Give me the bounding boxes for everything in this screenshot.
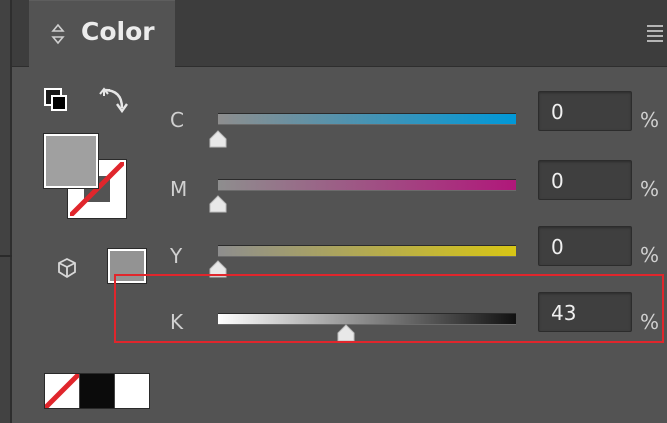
magenta-slider-track[interactable] (218, 179, 516, 191)
percent-unit: % (640, 310, 660, 334)
black-value-field[interactable]: 43 (538, 292, 632, 332)
black-slider-track[interactable] (218, 313, 516, 325)
cyan-slider-track[interactable] (218, 113, 516, 125)
cyan-value-field[interactable]: 0 (538, 91, 632, 131)
channel-label: K (170, 310, 184, 334)
percent-unit: % (640, 243, 660, 267)
percent-unit: % (640, 177, 660, 201)
yellow-slider-thumb[interactable] (209, 260, 227, 278)
tab-color[interactable]: Color (29, 0, 175, 68)
channel-label: M (170, 177, 188, 201)
channel-label: Y (170, 244, 183, 268)
panel-menu-icon[interactable] (647, 25, 663, 45)
yellow-value-field[interactable]: 0 (538, 226, 632, 266)
percent-unit: % (640, 108, 660, 132)
swatch-none[interactable] (45, 374, 80, 408)
magenta-value-field[interactable]: 0 (538, 160, 632, 200)
channel-label: C (170, 108, 184, 132)
channel-row-cyan: C 0 % (0, 88, 667, 148)
cyan-slider-thumb[interactable] (209, 130, 227, 148)
fill-swatch[interactable] (44, 134, 98, 188)
yellow-slider-track[interactable] (218, 245, 516, 257)
swatch-black[interactable] (80, 374, 114, 408)
channel-row-yellow: Y 0 % (0, 222, 667, 282)
channel-row-black: K 43 % (0, 288, 667, 348)
panel-header: Color (12, 0, 667, 68)
collapse-toggle-icon[interactable] (51, 23, 65, 45)
panel-title: Color (81, 17, 155, 46)
quick-swatches (45, 374, 149, 408)
swatch-white[interactable] (114, 374, 149, 408)
magenta-slider-thumb[interactable] (209, 195, 227, 213)
black-slider-thumb[interactable] (337, 324, 355, 342)
